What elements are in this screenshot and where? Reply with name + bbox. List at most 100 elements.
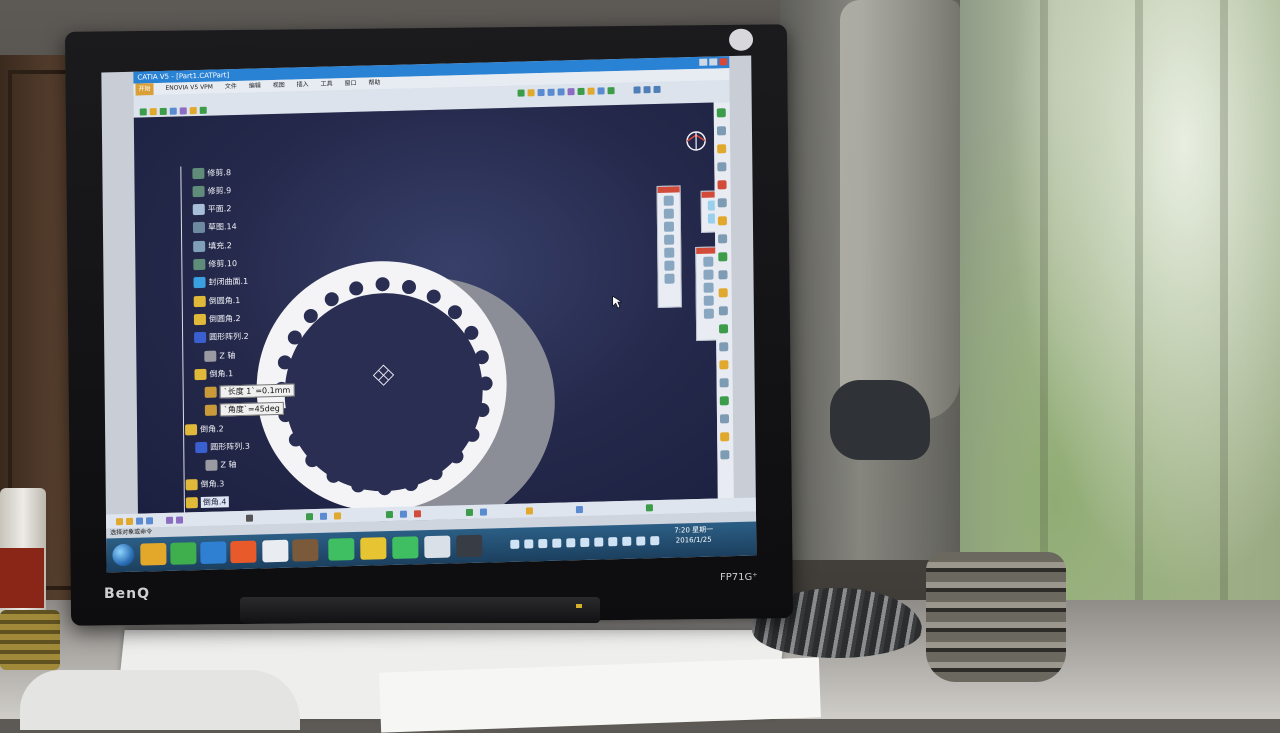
tool-icon[interactable] [720,450,730,460]
tree-item[interactable]: 倒角.3 [185,476,225,491]
shaft-icon[interactable] [179,107,187,115]
tool-icon[interactable] [717,216,727,226]
measure-icon[interactable] [633,86,641,94]
hide-show-icon[interactable] [597,87,605,95]
tool-icon[interactable] [717,198,727,208]
menu-item-insert[interactable]: 插入 [297,79,309,91]
tool-icon[interactable] [716,126,727,136]
tool-icon[interactable] [703,295,714,306]
start-button[interactable] [112,543,135,567]
tool-icon[interactable] [305,513,314,521]
save-icon[interactable] [136,517,144,525]
pan-icon[interactable] [527,89,535,97]
tool-icon[interactable] [663,195,674,206]
tool-icon[interactable] [719,414,730,424]
taskbar-app-icon[interactable] [292,538,319,562]
tool-icon[interactable] [718,270,728,280]
new-file-icon[interactable] [116,518,124,526]
tree-item[interactable]: 倒角.4 [185,495,229,510]
tray-icon[interactable] [636,536,646,546]
tree-item[interactable]: 修剪.10 [193,257,237,272]
tool-icon[interactable] [575,506,583,514]
tool-icon[interactable] [720,432,730,442]
tool-icon[interactable] [717,162,727,172]
tree-item[interactable]: `长度 1`=0.1mm [204,383,295,399]
tray-icon[interactable] [594,537,604,547]
tool-icon[interactable] [719,360,729,370]
fillet-icon[interactable] [189,107,197,115]
copy-icon[interactable] [175,516,184,524]
tree-item[interactable]: 平面.2 [192,202,232,217]
tray-icon[interactable] [510,539,520,549]
tree-item[interactable]: `角度`=45deg [204,402,284,418]
tool-icon[interactable] [703,256,714,267]
shading-icon[interactable] [587,87,595,95]
tool-icon[interactable] [717,144,727,154]
pad-icon[interactable] [159,107,167,116]
tool-icon[interactable] [645,504,653,512]
ie-browser-icon[interactable] [200,541,227,565]
taskbar-clock[interactable]: 7:20 星期一 2016/1/25 [674,525,713,546]
tree-item[interactable]: 圆形阵列.2 [194,329,249,344]
tool-icon[interactable] [385,510,394,519]
tree-item[interactable]: 倒圆角.2 [193,311,241,326]
tray-icon[interactable] [650,536,660,546]
swap-space-icon[interactable] [607,87,615,95]
tool-icon[interactable] [663,208,674,219]
menu-item-view[interactable]: 视图 [273,80,285,92]
tool-icon[interactable] [413,510,422,518]
zoom-out-icon[interactable] [557,88,565,96]
toolbar-grip[interactable] [657,186,680,193]
tree-item[interactable]: Z 轴 [204,348,235,363]
tool-icon[interactable] [479,508,487,516]
compass-icon[interactable] [682,127,710,156]
tool-icon[interactable] [664,234,675,245]
isometric-view-icon[interactable] [577,87,585,96]
minimize-button[interactable] [699,58,708,66]
tree-item[interactable]: 倒圆角.1 [193,293,241,308]
tray-icon[interactable] [580,537,590,548]
menu-item-file[interactable]: 文件 [225,81,237,93]
tree-item[interactable]: 修剪.9 [192,183,232,198]
open-file-icon[interactable] [126,517,134,525]
tool-icon[interactable] [719,396,729,406]
help-icon[interactable] [245,514,254,522]
tree-item[interactable]: 圆形阵列.3 [195,439,250,454]
tool-icon[interactable] [399,510,408,518]
tool-icon[interactable] [525,507,533,515]
tray-icon[interactable] [566,538,576,548]
select-icon[interactable] [139,108,147,116]
excel-icon[interactable] [392,536,419,560]
tool-icon[interactable] [664,247,675,258]
tool-icon[interactable] [717,180,727,190]
rotate-icon[interactable] [537,88,545,97]
cut-icon[interactable] [165,516,174,524]
tray-icon[interactable] [538,538,548,549]
tool-icon[interactable] [319,512,328,520]
apply-material-icon[interactable] [643,86,651,94]
tool-icon[interactable] [703,269,714,280]
tool-icon[interactable] [465,508,474,517]
zoom-in-icon[interactable] [547,88,555,96]
taskbar-app-icon[interactable] [360,537,387,560]
taskbar-app-icon[interactable] [424,535,451,559]
sketch-icon[interactable] [149,108,157,116]
tray-icon[interactable] [608,537,618,547]
tray-icon[interactable] [524,539,534,549]
pocket-icon[interactable] [169,107,177,115]
word-icon[interactable] [262,539,289,563]
wechat-icon[interactable] [328,538,355,561]
tree-item[interactable]: 倒角.1 [194,366,233,381]
tray-icon[interactable] [552,538,562,548]
tool-icon[interactable] [719,342,729,352]
tree-item[interactable]: 填充.2 [193,238,232,253]
tool-icon[interactable] [718,234,728,244]
tree-item[interactable]: 倒角.2 [185,422,224,437]
tree-item[interactable]: 修剪.8 [192,165,231,180]
update-icon[interactable] [653,85,661,94]
tree-item[interactable]: 草图.14 [192,220,237,235]
chamfer-icon[interactable] [199,106,207,114]
tool-icon[interactable] [703,282,714,293]
taskbar-app-icon[interactable] [170,542,197,565]
tool-icon[interactable] [703,308,714,319]
